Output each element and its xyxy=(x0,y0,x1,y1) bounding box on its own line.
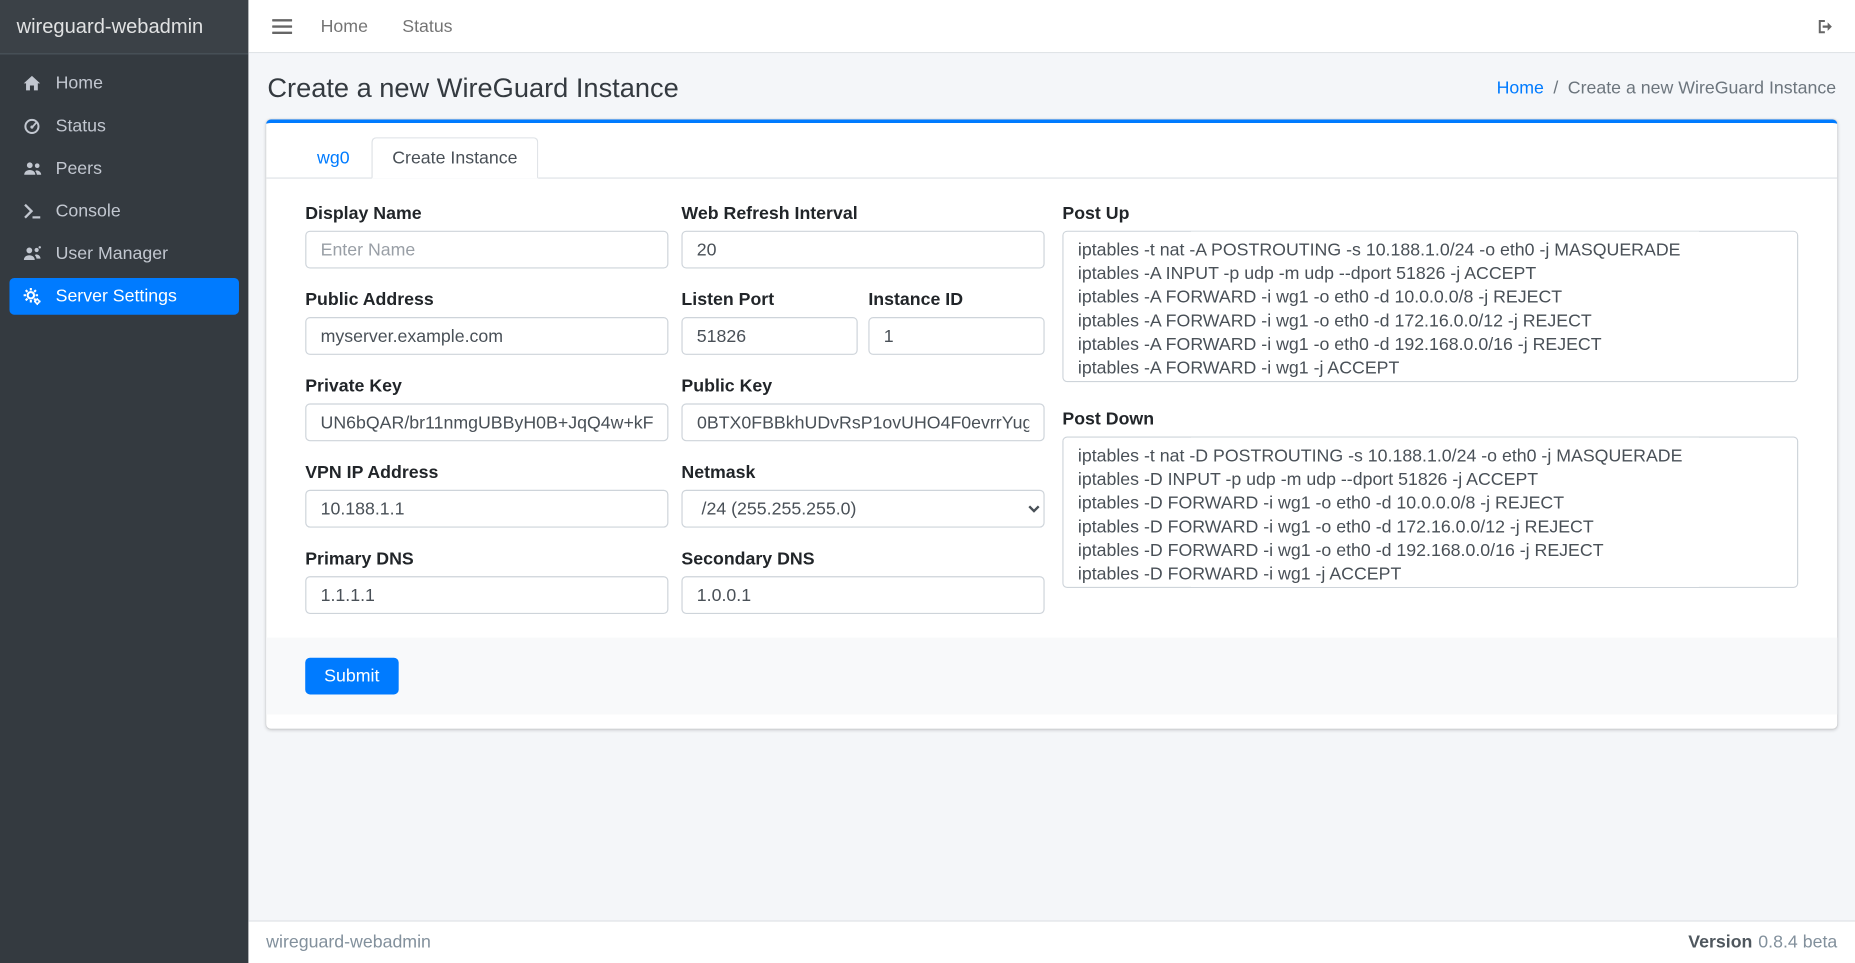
content-area: Create a new WireGuard Instance Home / C… xyxy=(248,53,1855,920)
netmask-field: Netmask /24 (255.255.255.0) xyxy=(681,463,1044,528)
listen-port-field: Listen Port xyxy=(681,290,857,355)
public-key-input[interactable] xyxy=(681,403,1044,441)
sidebar-item-console[interactable]: Console xyxy=(9,193,239,230)
primary-dns-label: Primary DNS xyxy=(305,549,668,569)
breadcrumb-separator: / xyxy=(1553,78,1558,98)
post-down-label: Post Down xyxy=(1062,409,1798,429)
sidebar-item-peers[interactable]: Peers xyxy=(9,150,239,187)
secondary-dns-label: Secondary DNS xyxy=(681,549,1044,569)
form-footer: Submit xyxy=(266,638,1837,715)
tab-wg0[interactable]: wg0 xyxy=(296,137,371,178)
private-key-field: Private Key xyxy=(305,376,668,441)
listen-port-label: Listen Port xyxy=(681,290,857,310)
top-navbar: Home Status xyxy=(248,0,1855,53)
sidebar-item-status[interactable]: Status xyxy=(9,108,239,145)
cogs-icon xyxy=(20,287,44,305)
public-key-field: Public Key xyxy=(681,376,1044,441)
logout-button[interactable] xyxy=(1816,17,1835,35)
footer-version-label: Version xyxy=(1688,932,1752,952)
tachometer-icon xyxy=(20,117,44,135)
vpn-ip-input[interactable] xyxy=(305,490,668,528)
public-address-input[interactable] xyxy=(305,317,668,355)
home-icon xyxy=(20,75,44,93)
vpn-ip-field: VPN IP Address xyxy=(305,463,668,528)
sidebar-item-server-settings[interactable]: Server Settings xyxy=(9,278,239,315)
sidebar-item-label: Home xyxy=(56,73,103,93)
post-up-label: Post Up xyxy=(1062,203,1798,223)
sidebar-item-label: User Manager xyxy=(56,244,168,264)
sidebar-nav: Home Status Peers Console xyxy=(0,54,248,331)
netmask-label: Netmask xyxy=(681,463,1044,483)
secondary-dns-input[interactable] xyxy=(681,576,1044,614)
listen-port-input[interactable] xyxy=(681,317,857,355)
breadcrumb-current: Create a new WireGuard Instance xyxy=(1568,78,1836,98)
footer-app-name: wireguard-webadmin xyxy=(266,932,431,952)
topnav-home-link[interactable]: Home xyxy=(321,16,368,36)
sidebar: wireguard-webadmin Home Status Peers xyxy=(0,0,248,963)
public-address-field: Public Address xyxy=(305,290,668,355)
form-column-middle: Web Refresh Interval Listen Port Insta xyxy=(681,203,1044,635)
sidebar-item-label: Peers xyxy=(56,159,102,179)
hamburger-icon xyxy=(272,17,292,35)
main-area: Home Status Create a new WireGuard Insta… xyxy=(248,0,1855,963)
post-down-field: Post Down iptables -t nat -D POSTROUTING… xyxy=(1062,409,1798,594)
submit-button[interactable]: Submit xyxy=(305,658,398,695)
users-icon xyxy=(20,160,44,178)
instance-tabs: wg0 Create Instance xyxy=(266,123,1837,179)
netmask-select[interactable]: /24 (255.255.255.0) xyxy=(681,490,1044,528)
vpn-ip-label: VPN IP Address xyxy=(305,463,668,483)
web-refresh-field: Web Refresh Interval xyxy=(681,203,1044,268)
post-up-field: Post Up iptables -t nat -A POSTROUTING -… xyxy=(1062,203,1798,388)
create-instance-card: wg0 Create Instance Display Name Public … xyxy=(266,119,1837,728)
form-column-left: Display Name Public Address Private Key xyxy=(305,203,668,635)
app-root: wireguard-webadmin Home Status Peers xyxy=(0,0,1855,963)
sidebar-toggle-button[interactable] xyxy=(272,17,292,35)
tab-create-instance[interactable]: Create Instance xyxy=(371,137,539,178)
content-header: Create a new WireGuard Instance Home / C… xyxy=(266,53,1837,119)
public-key-label: Public Key xyxy=(681,376,1044,396)
display-name-field: Display Name xyxy=(305,203,668,268)
users-cog-icon xyxy=(20,245,44,263)
secondary-dns-field: Secondary DNS xyxy=(681,549,1044,614)
port-and-id-field: Listen Port Instance ID xyxy=(681,290,1044,355)
footer-version: Version 0.8.4 beta xyxy=(1688,932,1837,952)
instance-id-input[interactable] xyxy=(868,317,1044,355)
topnav-status-link[interactable]: Status xyxy=(402,16,452,36)
sidebar-item-label: Status xyxy=(56,116,106,136)
web-refresh-label: Web Refresh Interval xyxy=(681,203,1044,223)
page-title: Create a new WireGuard Instance xyxy=(267,72,678,104)
private-key-label: Private Key xyxy=(305,376,668,396)
instance-id-label: Instance ID xyxy=(868,290,1044,310)
primary-dns-field: Primary DNS xyxy=(305,549,668,614)
instance-form: Display Name Public Address Private Key xyxy=(266,179,1837,638)
post-down-textarea[interactable]: iptables -t nat -D POSTROUTING -s 10.188… xyxy=(1062,437,1798,588)
form-column-right: Post Up iptables -t nat -A POSTROUTING -… xyxy=(1058,203,1799,635)
sidebar-item-user-manager[interactable]: User Manager xyxy=(9,235,239,272)
instance-id-field: Instance ID xyxy=(868,290,1044,355)
post-up-textarea[interactable]: iptables -t nat -A POSTROUTING -s 10.188… xyxy=(1062,231,1798,382)
display-name-input[interactable] xyxy=(305,231,668,269)
web-refresh-input[interactable] xyxy=(681,231,1044,269)
brand-link[interactable]: wireguard-webadmin xyxy=(0,0,248,54)
sign-out-icon xyxy=(1816,17,1835,35)
page-footer: wireguard-webadmin Version 0.8.4 beta xyxy=(248,920,1855,963)
footer-version-value: 0.8.4 beta xyxy=(1758,932,1837,952)
breadcrumb: Home / Create a new WireGuard Instance xyxy=(1497,78,1836,98)
sidebar-item-label: Console xyxy=(56,201,121,221)
private-key-input[interactable] xyxy=(305,403,668,441)
sidebar-item-home[interactable]: Home xyxy=(9,65,239,102)
terminal-icon xyxy=(20,202,44,220)
sidebar-item-label: Server Settings xyxy=(56,286,177,306)
public-address-label: Public Address xyxy=(305,290,668,310)
breadcrumb-home-link[interactable]: Home xyxy=(1497,78,1544,98)
display-name-label: Display Name xyxy=(305,203,668,223)
primary-dns-input[interactable] xyxy=(305,576,668,614)
